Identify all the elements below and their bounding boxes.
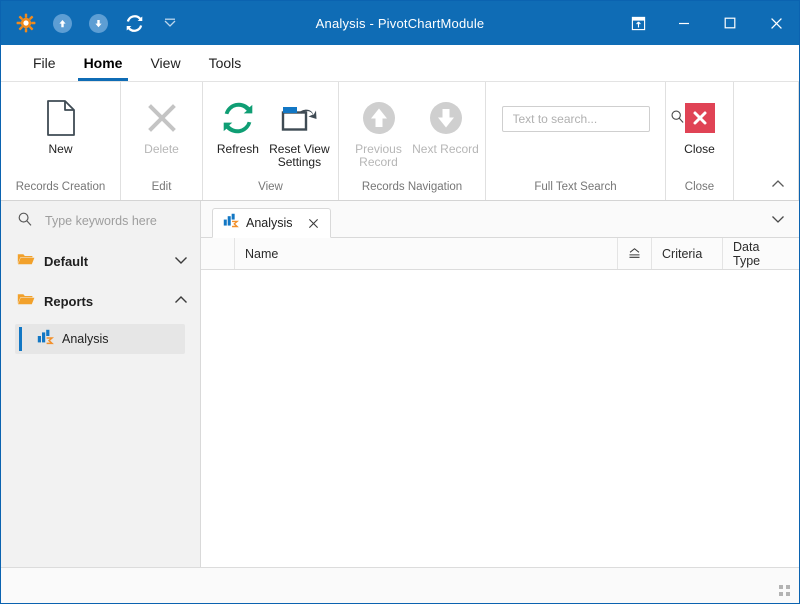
ribbon: New Records Creation Delete Edit [1, 82, 799, 201]
next-record-button-label: Next Record [412, 143, 479, 156]
new-button-label: New [48, 143, 72, 156]
previous-record-button[interactable]: Previous Record [345, 88, 412, 169]
window-controls [615, 1, 799, 45]
document-tab-strip: Analysis [201, 201, 799, 238]
reset-view-settings-button[interactable]: Reset View Settings [267, 88, 332, 169]
new-button[interactable]: New [23, 88, 99, 156]
customize-qat-icon[interactable] [159, 12, 181, 34]
ribbon-group-view: Refresh Reset View Settings View [203, 82, 339, 200]
move-down-icon[interactable] [87, 12, 109, 34]
app-gear-icon[interactable] [15, 12, 37, 34]
menu-bar: File Home View Tools [1, 45, 799, 82]
grid-column-data-type[interactable]: Data Type [723, 238, 799, 269]
refresh-icon[interactable] [123, 12, 145, 34]
reset-view-settings-button-label: Reset View Settings [267, 143, 332, 169]
folder-icon [17, 291, 35, 311]
arrow-down-circle-icon [428, 96, 464, 140]
ribbon-group-label-records-navigation: Records Navigation [339, 181, 485, 200]
grid-rows-area[interactable] [201, 270, 799, 567]
ribbon-group-full-text-search: Full Text Search [486, 82, 666, 200]
summary-icon[interactable] [618, 238, 652, 269]
tab-analysis[interactable]: Analysis [212, 208, 331, 238]
main-body: Default Reports [1, 201, 799, 567]
ribbon-group-label-view: View [203, 181, 338, 200]
pivot-chart-icon [37, 329, 54, 350]
full-text-search-box[interactable] [502, 106, 650, 132]
sidebar-item-analysis-label: Analysis [62, 332, 109, 346]
ribbon-group-close: Close Close [666, 82, 734, 200]
minimize-button[interactable] [661, 1, 707, 45]
new-document-icon [45, 96, 77, 140]
delete-x-icon [145, 96, 179, 140]
ribbon-collapse-button[interactable] [767, 174, 789, 194]
sidebar-group-reports[interactable]: Reports [1, 281, 200, 321]
reset-view-icon [280, 96, 318, 140]
refresh-circular-icon [221, 96, 255, 140]
menu-item-file[interactable]: File [19, 45, 70, 81]
refresh-button[interactable]: Refresh [209, 88, 267, 156]
search-icon[interactable] [17, 211, 33, 232]
previous-record-button-label: Previous Record [345, 143, 412, 169]
menu-item-tools[interactable]: Tools [195, 45, 256, 81]
tab-list-chevron-down-icon[interactable] [769, 210, 787, 228]
quick-access-toolbar [1, 12, 181, 34]
menu-item-home[interactable]: Home [70, 45, 137, 81]
next-record-button[interactable]: Next Record [412, 88, 479, 156]
move-up-icon[interactable] [51, 12, 73, 34]
delete-button-label: Delete [144, 143, 179, 156]
sidebar-group-default-label: Default [44, 254, 165, 269]
sidebar-group-reports-label: Reports [44, 294, 165, 309]
sidebar-search-input[interactable] [43, 213, 187, 229]
grid-column-headers: Name Criteria Data Type [201, 238, 799, 270]
close-record-button[interactable]: Close [672, 88, 727, 156]
ribbon-display-options-button[interactable] [615, 1, 661, 45]
status-bar [1, 567, 799, 603]
ribbon-group-records-navigation: Previous Record Next Record Records Navi… [339, 82, 486, 200]
chevron-down-icon[interactable] [174, 252, 188, 270]
ribbon-group-edit: Delete Edit [121, 82, 203, 200]
sidebar-group-default[interactable]: Default [1, 241, 200, 281]
resize-grip-icon[interactable] [779, 585, 793, 599]
grid-column-name[interactable]: Name [235, 238, 618, 269]
sidebar-search-box[interactable] [1, 201, 200, 241]
ribbon-group-label-records-creation: Records Creation [1, 181, 120, 200]
ribbon-group-records-creation: New Records Creation [1, 82, 121, 200]
sidebar-item-analysis[interactable]: Analysis [15, 324, 185, 354]
title-bar: Analysis - PivotChartModule [1, 1, 799, 45]
close-button[interactable] [753, 1, 799, 45]
tab-analysis-label: Analysis [246, 216, 293, 230]
ribbon-group-label-full-text-search: Full Text Search [486, 181, 665, 200]
arrow-up-circle-icon [361, 96, 397, 140]
grid-column-criteria[interactable]: Criteria [652, 238, 723, 269]
chevron-up-icon[interactable] [174, 292, 188, 310]
menu-item-view[interactable]: View [136, 45, 194, 81]
maximize-button[interactable] [707, 1, 753, 45]
ribbon-group-label-edit: Edit [121, 181, 202, 200]
tab-close-icon[interactable] [306, 215, 322, 231]
close-x-icon [685, 96, 715, 140]
ribbon-group-label-close: Close [666, 181, 733, 200]
content-area: Analysis Name [201, 201, 799, 567]
search-input[interactable] [511, 111, 670, 127]
pivot-chart-icon [223, 213, 239, 233]
navigation-sidebar: Default Reports [1, 201, 201, 567]
application-window: Analysis - PivotChartModule [0, 0, 800, 604]
close-record-button-label: Close [684, 143, 715, 156]
delete-button[interactable]: Delete [127, 88, 196, 156]
folder-icon [17, 251, 35, 271]
grid-row-indicator-column [201, 238, 235, 269]
refresh-button-label: Refresh [217, 143, 259, 156]
